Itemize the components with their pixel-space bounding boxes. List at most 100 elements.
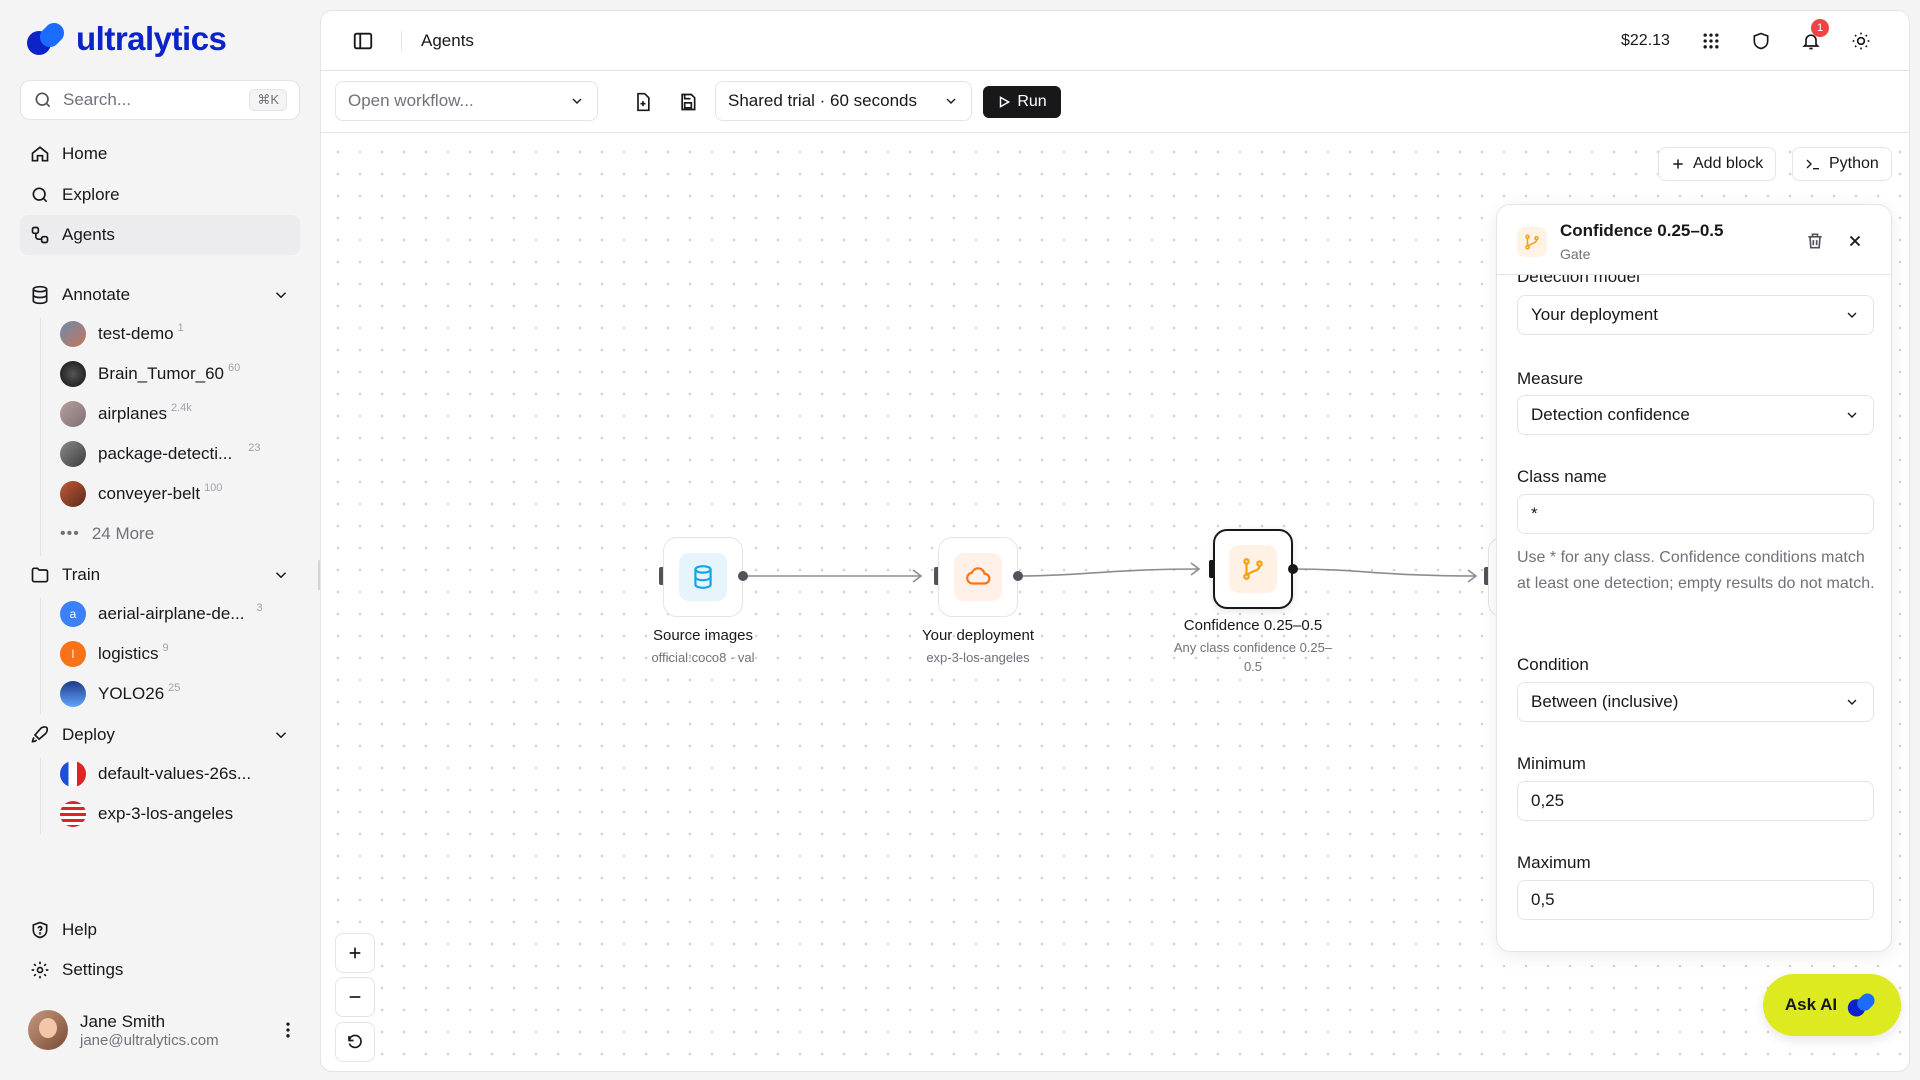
source-images-node[interactable] (663, 537, 743, 617)
topbar-divider (401, 31, 402, 51)
nav-annotate[interactable]: Annotate (20, 275, 300, 315)
search-placeholder: Search... (63, 90, 132, 109)
class-name-input[interactable]: * (1517, 494, 1874, 534)
chevron-down-icon (1847, 412, 1857, 418)
delete-block-button[interactable] (1803, 229, 1827, 253)
dataset-item[interactable]: package-detecti... 23 (50, 436, 300, 472)
reset-view-button[interactable] (335, 1022, 375, 1062)
workflow-toolbar: Open workflow... Shared trial · 60 secon… (321, 71, 1909, 133)
avatar (28, 1010, 68, 1050)
minimum-input[interactable]: 0,25 (1517, 781, 1874, 821)
python-button[interactable]: Python (1792, 147, 1892, 181)
chevron-down-icon (1847, 699, 1857, 705)
nav-home[interactable]: Home (20, 134, 300, 174)
cloud-icon (966, 567, 991, 585)
play-icon (1000, 96, 1011, 108)
nav-agents-label: Agents (62, 225, 115, 244)
search-input[interactable]: Search... ⌘K (20, 80, 300, 120)
more-label: 24 More (91, 524, 155, 543)
deployment-name: default-values-26s... (98, 764, 252, 783)
class-name-label: Class name (1517, 467, 1607, 486)
nav-deploy[interactable]: Deploy (20, 715, 300, 755)
project-name: aerial-airplane-de... (98, 604, 245, 623)
credit-balance[interactable]: $22.13 (1621, 32, 1670, 50)
help-shield-icon (32, 921, 48, 939)
toggle-sidebar-button[interactable] (351, 29, 375, 53)
sun-icon (1852, 32, 1870, 50)
trial-select[interactable]: Shared trial · 60 seconds (715, 81, 972, 121)
ultralytics-logo-icon (27, 22, 64, 55)
dataset-item[interactable]: Brain_Tumor_60 60 (50, 356, 300, 392)
confidence-gate-node[interactable] (1213, 529, 1293, 609)
dataset-thumbnail (60, 481, 86, 507)
dataset-item[interactable]: test-demo 1 (50, 316, 300, 352)
theme-toggle-button[interactable] (1849, 29, 1873, 53)
grid-dots-icon (1703, 33, 1719, 49)
condition-select[interactable]: Between (inclusive) (1517, 682, 1874, 722)
workflow-placeholder: Open workflow... (348, 91, 474, 110)
ask-ai-button[interactable]: Ask AI (1763, 974, 1901, 1036)
database-icon (694, 565, 712, 589)
trial-label: Shared trial · 60 seconds (728, 91, 917, 110)
zoom-in-button[interactable] (335, 933, 375, 973)
project-name: YOLO26 (98, 684, 165, 703)
folder-icon (31, 567, 49, 583)
open-workflow-select[interactable]: Open workflow... (335, 81, 598, 121)
ultralytics-logo[interactable]: ultralytics (26, 20, 227, 58)
nav-train-label: Train (62, 565, 101, 584)
chevron-down-icon (1847, 312, 1857, 318)
edge-deployment-to-gate (1019, 568, 1200, 577)
deployment-item[interactable]: exp-3-los-angeles (50, 796, 300, 832)
class-name-hint: Use * for any class. Confidence conditio… (1517, 549, 1875, 592)
show-more-datasets[interactable]: ••• 24 More (50, 516, 300, 552)
security-button[interactable] (1749, 29, 1773, 53)
nav-explore[interactable]: Explore (20, 175, 300, 215)
home-icon (31, 146, 49, 162)
node-icon-tile (1229, 545, 1277, 593)
dataset-count: 100 (204, 482, 223, 494)
nav-settings[interactable]: Settings (20, 950, 300, 990)
node-label: Source images (652, 627, 754, 644)
run-button[interactable]: Run (983, 86, 1061, 118)
nav-deploy-label: Deploy (62, 725, 115, 744)
maximum-input[interactable]: 0,5 (1517, 880, 1874, 920)
nav-agents[interactable]: Agents (20, 215, 300, 255)
nav-train[interactable]: Train (20, 555, 300, 595)
new-workflow-button[interactable] (631, 90, 655, 114)
deployment-node[interactable] (938, 537, 1018, 617)
measure-select[interactable]: Detection confidence (1517, 395, 1874, 435)
project-item[interactable]: a aerial-airplane-de... 3 (50, 596, 300, 632)
panel-title: Confidence 0.25–0.5 (1560, 221, 1724, 240)
detection-model-select[interactable]: Your deployment (1517, 295, 1874, 335)
gear-icon (31, 961, 49, 979)
shield-icon (1753, 32, 1769, 50)
node-output-port[interactable] (1288, 564, 1298, 574)
deployment-item[interactable]: default-values-26s... (50, 756, 300, 792)
nav-help[interactable]: Help (20, 910, 300, 950)
user-profile[interactable]: Jane Smith jane@ultralytics.com (28, 1005, 298, 1055)
save-workflow-button[interactable] (676, 90, 700, 114)
annotate-tree-line (40, 318, 41, 556)
dataset-name: Brain_Tumor_60 (98, 364, 224, 383)
dataset-thumbnail (60, 441, 86, 467)
node-output-port[interactable] (738, 571, 748, 581)
project-item[interactable]: YOLO26 25 (50, 676, 300, 712)
dataset-count: 1 (177, 322, 184, 334)
rotate-ccw-icon (348, 1034, 362, 1049)
apps-grid-button[interactable] (1699, 29, 1723, 53)
project-item[interactable]: l logistics 9 (50, 636, 300, 672)
dataset-item[interactable]: airplanes 2.4k (50, 396, 300, 432)
zoom-out-button[interactable] (335, 977, 375, 1017)
chevron-down-icon[interactable] (272, 726, 290, 744)
class-name-value: * (1531, 504, 1538, 523)
project-avatar: a (60, 601, 86, 627)
sidebar: ultralytics Search... ⌘K Home Explore Ag… (0, 0, 318, 1080)
panel-subtitle: Gate (1560, 246, 1591, 262)
node-output-port[interactable] (1013, 571, 1023, 581)
dataset-thumbnail (60, 361, 86, 387)
more-vertical-icon[interactable] (278, 1020, 298, 1040)
dataset-item[interactable]: conveyer-belt 100 (50, 476, 300, 512)
chevron-down-icon[interactable] (272, 286, 290, 304)
chevron-down-icon[interactable] (272, 566, 290, 584)
close-panel-button[interactable] (1843, 229, 1867, 253)
